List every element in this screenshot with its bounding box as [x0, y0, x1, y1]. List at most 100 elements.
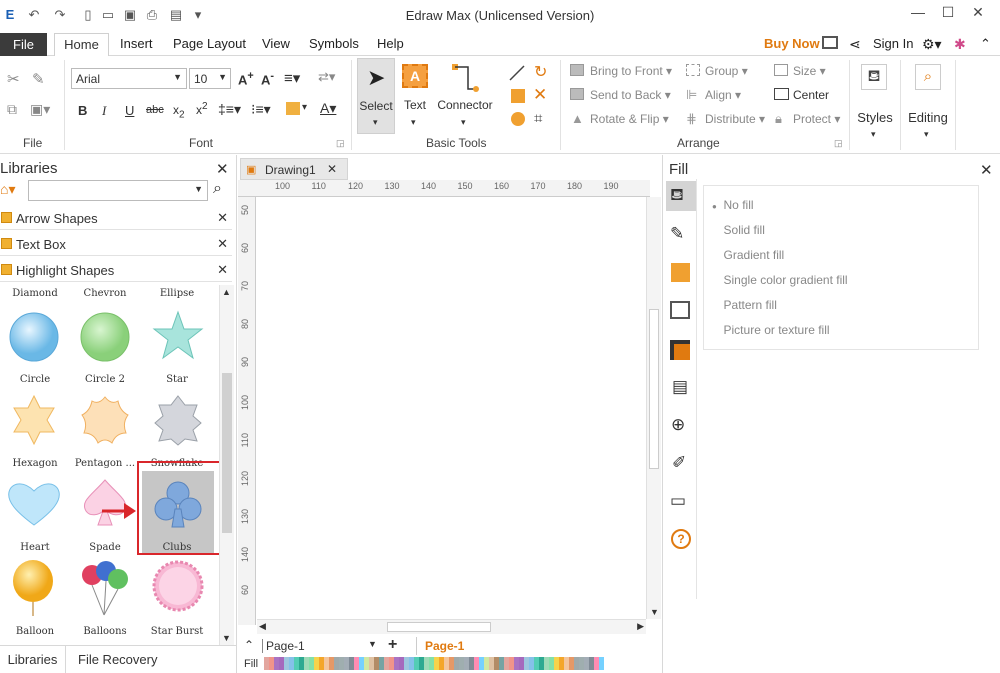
highlight-color-icon[interactable] [286, 102, 300, 115]
line-spacing-icon[interactable]: ‡≡▾ [218, 101, 241, 118]
fill-option-single-color-gradient[interactable]: ● Single color gradient fill [712, 273, 848, 287]
tab-libraries[interactable]: Libraries [0, 646, 66, 673]
shape-star-burst[interactable]: Star Burst [142, 555, 212, 637]
drawing-page[interactable] [257, 197, 647, 615]
settings-gear-icon[interactable]: ⚙▾ [922, 36, 942, 53]
font-name-select[interactable]: Arial ▼ [71, 68, 187, 89]
select-tool-button[interactable]: ➤ Select ▾ [357, 58, 395, 134]
text-tool-button[interactable]: A Text ▾ [399, 60, 431, 134]
format-painter-icon[interactable]: ✎ [32, 70, 45, 88]
scroll-up-icon[interactable]: ▲ [222, 287, 231, 297]
search-icon[interactable]: ⌕ [213, 180, 222, 198]
scroll-right-icon[interactable]: ▶ [637, 621, 644, 632]
shape-pentagon[interactable]: Pentagon ... [70, 387, 140, 469]
color-swatches[interactable] [264, 657, 604, 670]
editing-button[interactable]: ⌕ Editing ▾ [905, 60, 951, 144]
collapse-ribbon-icon[interactable]: ⌃ [980, 36, 991, 52]
bring-to-front-button[interactable]: Bring to Front ▾ [590, 64, 672, 78]
scroll-thumb[interactable] [222, 373, 232, 533]
comment-icon[interactable]: ▭ [670, 491, 686, 511]
cart-icon[interactable] [822, 36, 838, 49]
bold-icon[interactable]: B [78, 103, 87, 118]
tab-page-layout[interactable]: Page Layout [173, 36, 246, 51]
globe-icon[interactable]: ⊕ [671, 415, 685, 435]
line-style-icon[interactable]: ✎ [670, 224, 684, 244]
shape-circle-2[interactable]: Circle 2 [70, 303, 140, 385]
share-icon[interactable]: ⋖ [849, 36, 861, 53]
home-icon[interactable]: ⌂▾ [0, 181, 15, 198]
close-section-icon[interactable]: ✕ [217, 236, 228, 252]
text-direction-icon[interactable]: ⇄▾ [318, 69, 335, 85]
paste-icon[interactable]: ▣▾ [30, 101, 50, 118]
center-button[interactable]: Center [793, 88, 829, 102]
scroll-down-icon[interactable]: ▼ [650, 607, 659, 617]
chevron-down-icon[interactable]: ▾ [302, 102, 307, 113]
buy-now-link[interactable]: Buy Now [764, 36, 820, 51]
font-size-select[interactable]: 10 ▼ [189, 68, 231, 89]
italic-icon[interactable]: I [102, 103, 106, 119]
copy-icon[interactable]: ⧉ [7, 101, 17, 118]
protect-button[interactable]: Protect ▾ [793, 112, 840, 126]
scroll-thumb[interactable] [387, 622, 491, 632]
align-button[interactable]: Align ▾ [705, 88, 741, 102]
tab-symbols[interactable]: Symbols [309, 36, 359, 51]
strikethrough-icon[interactable]: abc [146, 104, 164, 116]
rotate-flip-button[interactable]: Rotate & Flip ▾ [590, 112, 669, 126]
tab-home[interactable]: Home [54, 33, 109, 57]
shape-balloon[interactable]: Balloon [0, 555, 70, 637]
collapse-icon[interactable]: ⌃ [244, 638, 254, 652]
shape-balloons[interactable]: Balloons [70, 555, 140, 637]
close-window-button[interactable]: ✕ [964, 4, 992, 24]
scroll-thumb[interactable] [649, 309, 659, 469]
canvas-vertical-scrollbar[interactable]: ▼ [646, 197, 661, 619]
scroll-down-icon[interactable]: ▼ [222, 633, 231, 643]
shadow-icon[interactable] [671, 263, 690, 282]
line-icon[interactable] [508, 64, 526, 82]
shrink-font-icon[interactable]: A- [261, 70, 274, 87]
close-tab-icon[interactable]: ✕ [327, 162, 337, 176]
cross-icon[interactable]: ✕ [533, 85, 547, 105]
crop-icon[interactable]: ⌗ [534, 110, 542, 127]
group-button[interactable]: Group ▾ [705, 64, 748, 78]
minimize-button[interactable]: — [904, 4, 932, 24]
superscript-icon[interactable]: x2 [196, 101, 208, 117]
size-button[interactable]: Size ▾ [793, 64, 826, 78]
scroll-left-icon[interactable]: ◀ [259, 621, 266, 632]
help-icon[interactable]: ? [671, 529, 691, 549]
note-icon[interactable]: ✐ [672, 453, 686, 473]
tab-help[interactable]: Help [377, 36, 404, 51]
library-section-highlight-shapes[interactable]: Highlight Shapes ✕ [0, 258, 232, 282]
cut-icon[interactable]: ✂ [7, 70, 20, 88]
shape-hexagon[interactable]: Hexagon [0, 387, 70, 469]
file-menu[interactable]: File [0, 33, 47, 56]
sign-in-link[interactable]: Sign In [873, 36, 913, 51]
grow-font-icon[interactable]: A+ [238, 70, 254, 87]
maximize-button[interactable]: ☐ [934, 4, 962, 24]
underline-icon[interactable]: U [125, 103, 134, 118]
distribute-button[interactable]: Distribute ▾ [705, 112, 765, 126]
bullets-icon[interactable]: ⁝≡▾ [251, 101, 271, 118]
styles-button[interactable]: ⛾ Styles ▾ [853, 60, 897, 144]
shape-label[interactable]: Ellipse [142, 288, 212, 299]
font-dialog-launcher-icon[interactable]: ◲ [336, 138, 345, 149]
shape-snowflake[interactable]: Snowflake [142, 387, 212, 469]
add-page-icon[interactable]: + [388, 636, 397, 654]
library-search-input[interactable]: ▼ [28, 180, 208, 201]
library-section-arrow-shapes[interactable]: Arrow Shapes ✕ [0, 206, 232, 230]
fill-option-no-fill[interactable]: ● No fill [712, 198, 754, 212]
layers-icon[interactable] [670, 340, 690, 360]
tab-view[interactable]: View [262, 36, 290, 51]
shape-clubs[interactable]: Clubs [142, 471, 214, 553]
connector-tool-button[interactable]: Connector ▾ [434, 60, 496, 134]
shape-heart[interactable]: Heart [0, 471, 70, 553]
ellipse-icon[interactable] [511, 112, 525, 126]
fill-option-pattern[interactable]: ● Pattern fill [712, 298, 777, 312]
subscript-icon[interactable]: x2 [173, 103, 185, 120]
library-scrollbar[interactable]: ▲ ▼ [219, 285, 234, 645]
image-icon[interactable] [670, 301, 690, 319]
shape-circle[interactable]: Circle [0, 303, 70, 385]
align-text-icon[interactable]: ≡▾ [284, 69, 300, 87]
send-to-back-button[interactable]: Send to Back ▾ [590, 88, 671, 102]
tab-insert[interactable]: Insert [120, 36, 153, 51]
fill-option-picture[interactable]: ● Picture or texture fill [712, 323, 830, 337]
